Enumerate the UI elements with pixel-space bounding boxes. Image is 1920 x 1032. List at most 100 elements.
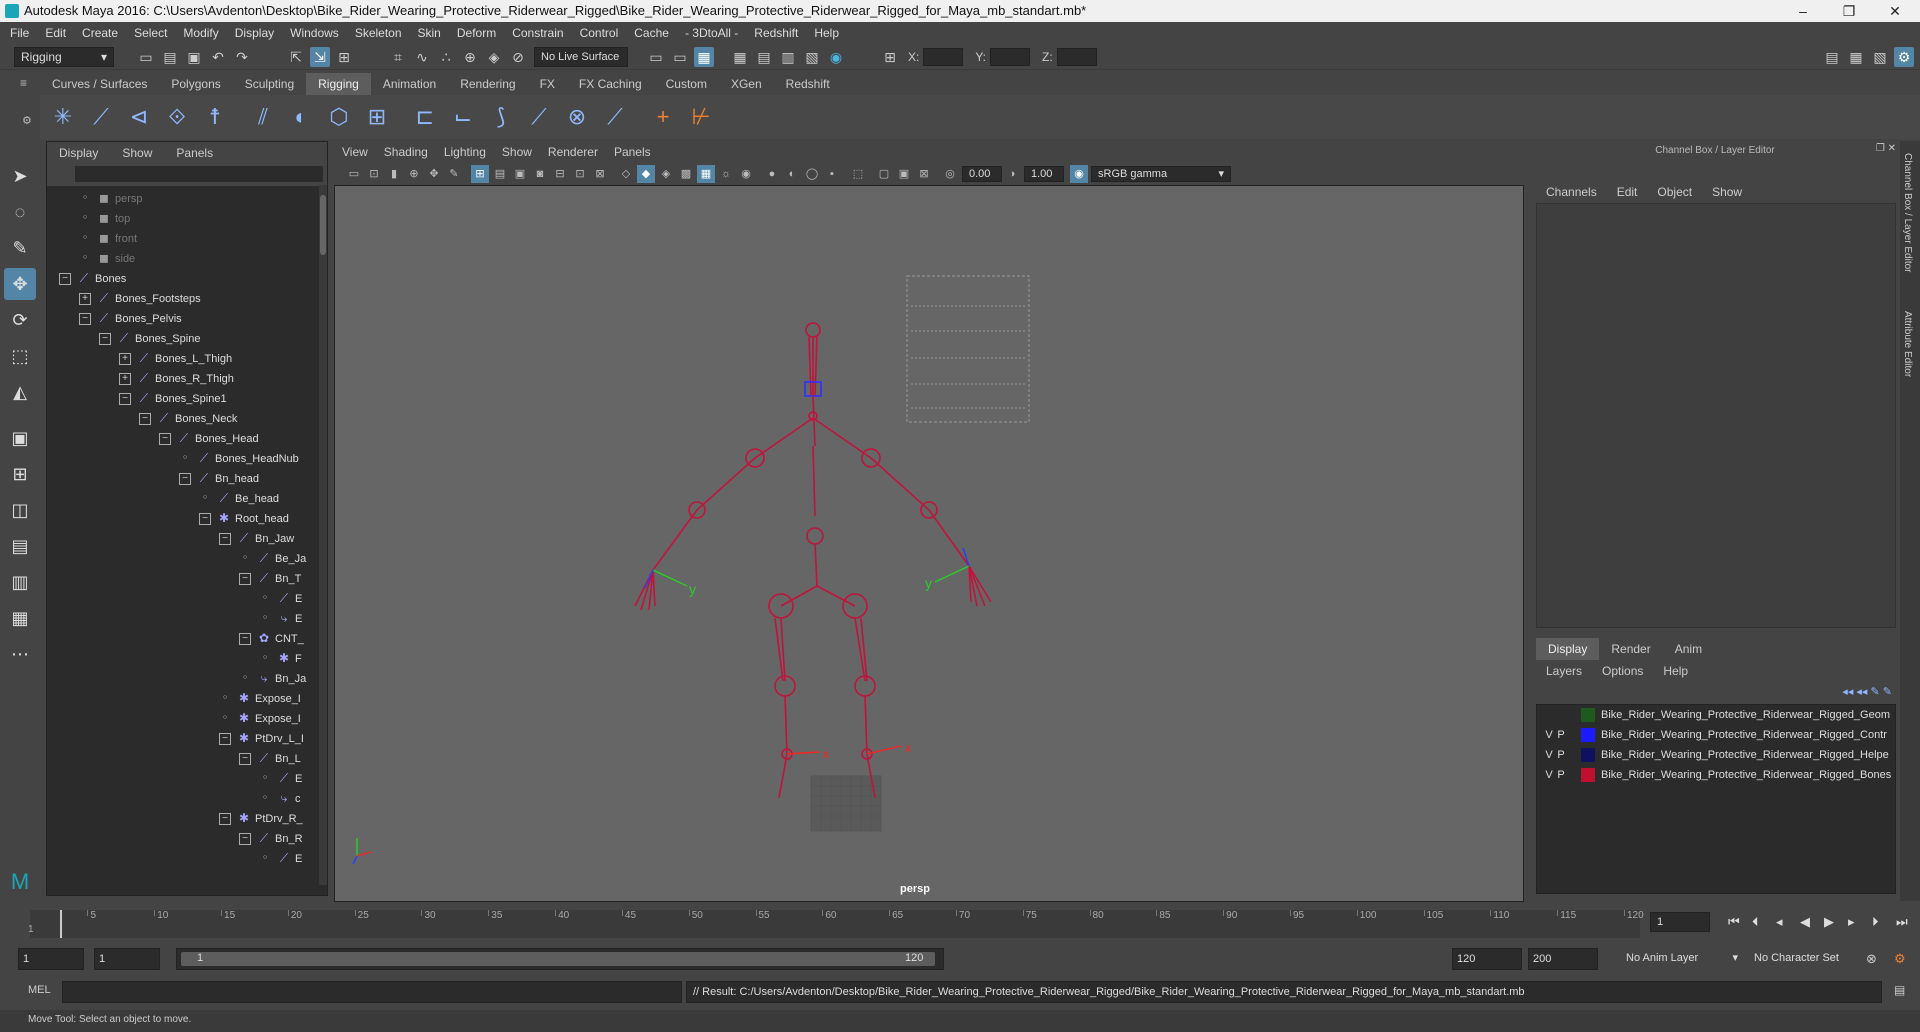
display-layer-row[interactable]: Bike_Rider_Wearing_Protective_Riderwear_… [1537, 705, 1895, 725]
sculpt-deformer-icon[interactable]: ⊗ [560, 100, 594, 134]
snap-point-icon[interactable]: ∴ [436, 47, 456, 67]
shelf-settings-icon[interactable]: ⚙ [22, 114, 32, 127]
command-input[interactable] [62, 981, 682, 1003]
tab-sculpting[interactable]: Sculpting [233, 73, 306, 95]
expand-toggle-icon[interactable]: − [219, 813, 231, 826]
display-layer-row[interactable]: V P Bike_Rider_Wearing_Protective_Riderwea… [1537, 725, 1895, 745]
current-frame-field[interactable]: 1 [1650, 912, 1710, 932]
soft-mod-icon[interactable]: ⟋ [598, 100, 632, 134]
expand-toggle-icon[interactable]: − [219, 533, 231, 546]
outliner-item[interactable]: − ⟋ Bn_T [47, 568, 327, 588]
preferences-icon[interactable]: ⚙ [1894, 951, 1906, 967]
display-layer-row[interactable]: V P Bike_Rider_Wearing_Protective_Riderwea… [1537, 745, 1895, 765]
outliner-item[interactable]: − ⟋ Bones_Pelvis [47, 308, 327, 328]
input-ops-icon[interactable]: ▭ [646, 47, 666, 67]
outliner-item[interactable]: ○ ⤷ E [47, 608, 327, 628]
tab-render-layers[interactable]: Render [1599, 638, 1662, 660]
safe-action-icon[interactable]: ⊡ [571, 165, 589, 183]
layer-actions-icons[interactable]: ◂◂ ◂◂ ✎ ✎ [1842, 685, 1892, 698]
outliner-item[interactable]: ○ ⤷ Bn_Ja [47, 668, 327, 688]
snap-curve-icon[interactable]: ∿ [412, 47, 432, 67]
tab-display-layers[interactable]: Display [1536, 638, 1600, 660]
playback-end-field[interactable]: 120 [1452, 948, 1522, 970]
ambient-occlusion-icon[interactable]: ◉ [737, 165, 755, 183]
vp-menu-view[interactable]: View [334, 141, 376, 163]
scale-tool-icon[interactable]: ⬚ [4, 340, 36, 372]
xray-icon[interactable]: ⬚ [849, 165, 867, 183]
expand-toggle-icon[interactable]: − [79, 313, 91, 326]
layer-playback-toggle[interactable]: P [1555, 745, 1567, 765]
layout-outliner-icon[interactable]: ▤ [4, 530, 36, 562]
camera-select-icon[interactable]: ▭ [345, 165, 363, 183]
quick-rig-icon[interactable]: ☨ [198, 100, 232, 134]
menu-select[interactable]: Select [126, 22, 175, 44]
outliner-item[interactable]: + ⟋ Bones_L_Thigh [47, 348, 327, 368]
step-forward-key-icon[interactable]: ⏵ [1872, 914, 1879, 930]
step-back-frame-icon[interactable]: ◂ [1776, 914, 1783, 930]
layer-menu-options[interactable]: Options [1592, 660, 1653, 682]
time-slider-track[interactable]: 5 10 15 20 25 30 35 40 45 50 55 60 65 70 75 80 85 90 95 100… [28, 910, 1644, 938]
range-bar-handle[interactable] [181, 952, 935, 966]
textured-icon[interactable]: ▩ [677, 165, 695, 183]
outliner-item[interactable]: ○ ⟋ E [47, 848, 327, 868]
grid-icon[interactable]: ⊞ [471, 165, 489, 183]
expand-toggle-icon[interactable]: − [99, 333, 111, 346]
vp-menu-renderer[interactable]: Renderer [540, 141, 606, 163]
tab-xgen[interactable]: XGen [719, 73, 774, 95]
playback-start-field[interactable]: 1 [94, 948, 160, 970]
side-tab-attribute-editor[interactable]: Attribute Editor [1902, 311, 1913, 377]
playhead[interactable] [60, 910, 62, 938]
vp-menu-lighting[interactable]: Lighting [436, 141, 494, 163]
menu-modify[interactable]: Modify [175, 22, 226, 44]
expand-toggle-icon[interactable]: − [239, 833, 251, 846]
two-view-icon[interactable]: ◫ [4, 494, 36, 526]
last-tool-icon[interactable]: ◭ [4, 376, 36, 408]
snap-surface-icon[interactable]: ◈ [484, 47, 504, 67]
menu-deform[interactable]: Deform [449, 22, 504, 44]
create-joints-icon[interactable]: ✳ [46, 100, 80, 134]
single-view-icon[interactable]: ▣ [4, 422, 36, 454]
outliner-item[interactable]: + ⟋ Bones_Footsteps [47, 288, 327, 308]
outliner-item[interactable]: − ✿ CNT_ [47, 628, 327, 648]
outliner-scrollbar[interactable] [319, 185, 327, 885]
use-all-lights-icon[interactable]: ▦ [697, 165, 715, 183]
undo-icon[interactable]: ↶ [208, 47, 228, 67]
tab-anim-layers[interactable]: Anim [1663, 638, 1714, 660]
layer-menu-help[interactable]: Help [1653, 660, 1698, 682]
go-to-start-icon[interactable]: ⏮ [1728, 914, 1740, 930]
wire-deformer-icon[interactable]: ⟋ [522, 100, 556, 134]
gamma-icon[interactable]: ◑ [1003, 165, 1021, 183]
motion-blur-icon[interactable]: ● [763, 165, 781, 183]
outliner-item[interactable]: ○ ◼ front [47, 228, 327, 248]
outliner-item[interactable]: ○ ◼ persp [47, 188, 327, 208]
open-scene-icon[interactable]: ▤ [160, 47, 180, 67]
exposure-icon[interactable]: ◎ [941, 165, 959, 183]
character-set-dropdown[interactable]: No Character Set [1750, 948, 1874, 970]
mirror-joint-icon[interactable]: ⊲ [122, 100, 156, 134]
outliner-item[interactable]: − ⟋ Bones_Neck [47, 408, 327, 428]
lasso-tool-icon[interactable]: ◌ [4, 196, 36, 228]
exposure-field[interactable]: 0.00 [962, 166, 1002, 182]
backface-icon[interactable]: ⊠ [915, 165, 933, 183]
menu-help[interactable]: Help [806, 22, 847, 44]
select-object-icon[interactable]: ⇲ [310, 46, 330, 67]
expand-toggle-icon[interactable]: − [239, 633, 251, 646]
ipr-render-icon[interactable]: ▥ [778, 47, 798, 67]
tab-redshift[interactable]: Redshift [774, 73, 842, 95]
layer-playback-toggle[interactable]: P [1555, 765, 1567, 785]
scene-canvas[interactable]: y y x x [335, 186, 1524, 902]
tool-settings-toggle-icon[interactable]: ⚙ [1894, 47, 1914, 67]
color-management-icon[interactable]: ◉ [1070, 165, 1088, 183]
layer-visibility-toggle[interactable]: V [1543, 765, 1555, 785]
point-constraint-icon[interactable]: + [646, 100, 680, 134]
anim-layer-dropdown[interactable]: No Anim Layer ▾ [1622, 948, 1742, 970]
paint-weights-icon[interactable]: ⬡ [322, 100, 356, 134]
helper-panel[interactable] [906, 275, 1030, 423]
layer-visibility-toggle[interactable]: V [1543, 745, 1555, 765]
safe-title-icon[interactable]: ⊠ [591, 165, 609, 183]
outliner-item[interactable]: ○ ✱ Expose_I [47, 688, 327, 708]
tab-rigging[interactable]: Rigging [306, 73, 371, 95]
menu-create[interactable]: Create [74, 22, 126, 44]
redo-icon[interactable]: ↷ [232, 47, 252, 67]
2d-pan-icon[interactable]: ✥ [425, 165, 443, 183]
